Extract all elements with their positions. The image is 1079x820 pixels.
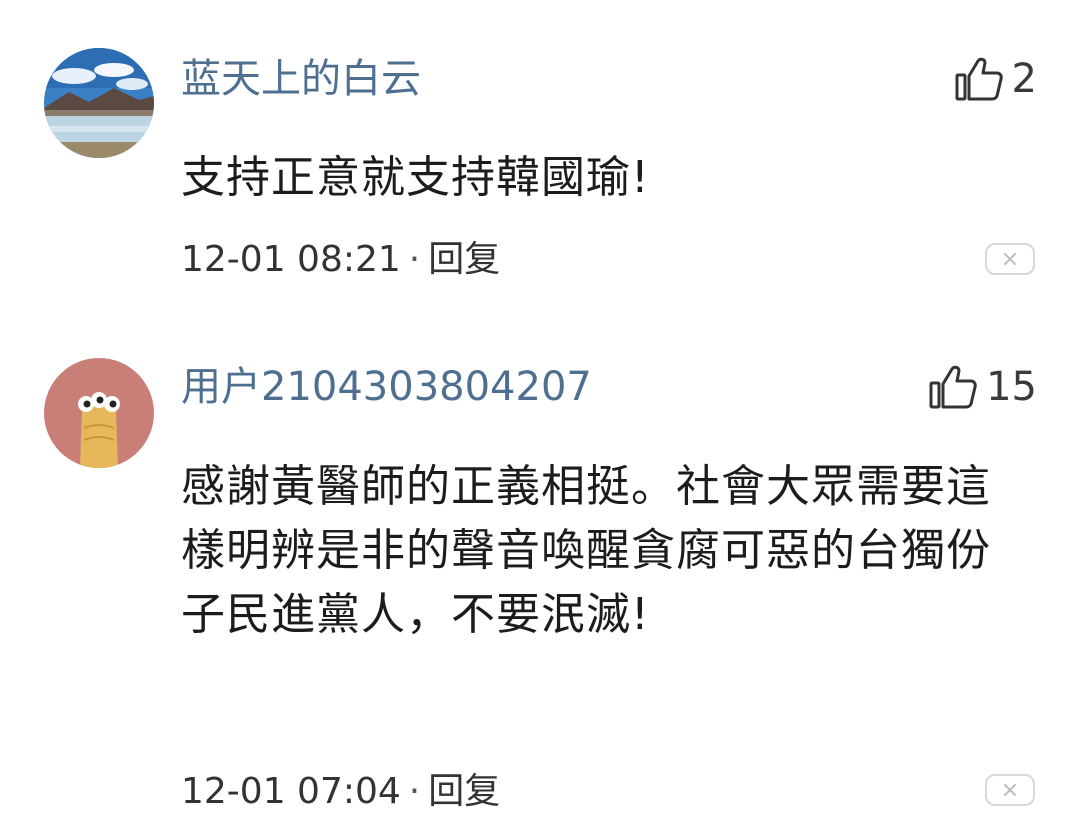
- dismiss-button[interactable]: [985, 774, 1035, 806]
- comment-text: 感謝黃醫師的正義相挺。社會大眾需要這樣明辨是非的聲音喚醒貪腐可惡的台獨份子民進黨…: [181, 461, 991, 640]
- comment-list: 蓝天上的白云 2 支持正意就支持韓國瑜! 12-01 08:21 · 回复 用户…: [0, 0, 1079, 820]
- comment-timestamp: 12-01 07:04: [181, 771, 401, 812]
- like-button[interactable]: 15: [928, 362, 1037, 412]
- like-count: 15: [986, 364, 1037, 410]
- comment-username[interactable]: 用户2104303804207: [181, 362, 592, 412]
- close-icon: [1002, 782, 1018, 798]
- reply-button[interactable]: 回复: [428, 771, 500, 812]
- comment-item: 用户2104303804207 15 感謝黃醫師的正義相挺。社會大眾需要這樣明辨…: [0, 0, 1079, 820]
- meta-separator: ·: [408, 771, 421, 812]
- comment-meta: 12-01 07:04 · 回复: [181, 770, 500, 814]
- cartoon-avatar-icon[interactable]: [44, 358, 154, 468]
- thumbs-up-icon[interactable]: [928, 364, 978, 410]
